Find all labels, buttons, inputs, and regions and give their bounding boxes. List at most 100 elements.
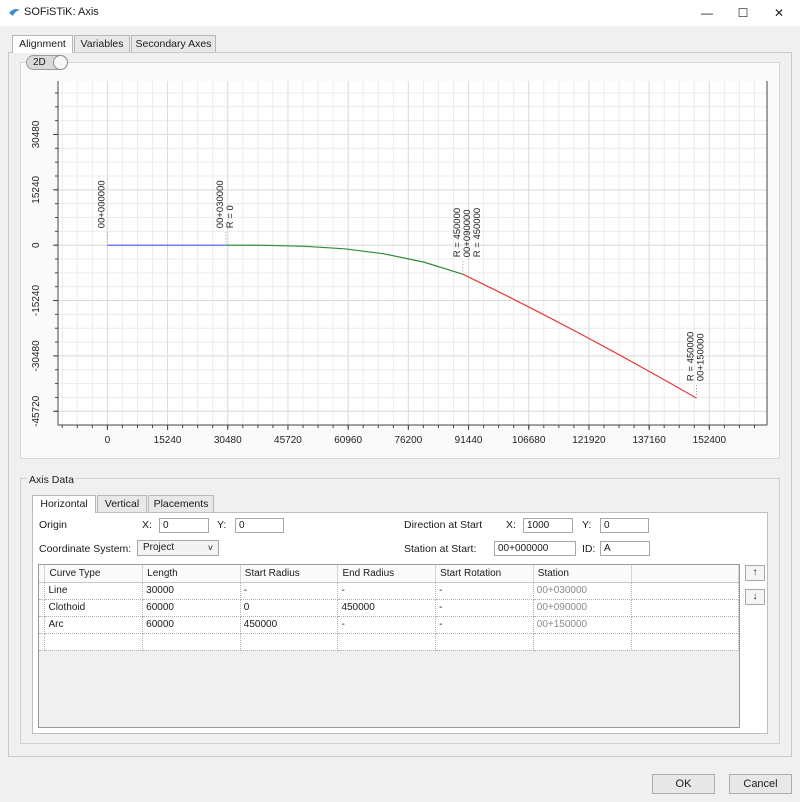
direction-y-field[interactable]: 0 [600,518,649,533]
coordinate-system-label: Coordinate System: [39,543,132,555]
x-tick-label: 30480 [214,435,242,446]
station-label: R = 450000 [472,208,483,257]
alignment-plot[interactable]: 0 15240 30480 45720 60960 76200 91440 106680 121… [20,62,780,459]
table-cell[interactable]: 60000 [142,616,241,634]
x-tick-label: 45720 [274,435,302,446]
y-tick-label: 0 [31,242,42,248]
origin-x-label: X: [142,519,152,531]
x-tick-label: 91440 [455,435,483,446]
tab-variables[interactable]: Variables [74,35,130,52]
cancel-button[interactable]: Cancel [729,774,792,794]
y-tick-label: -45720 [31,395,42,427]
table-cell[interactable]: Arc [44,616,144,634]
table-row-new[interactable] [39,633,740,651]
table-cell[interactable] [240,633,339,651]
move-up-button[interactable]: ↑ [745,565,765,581]
y-tick-label: -15240 [31,285,42,317]
x-tick-label: 76200 [394,435,422,446]
table-cell[interactable] [142,633,241,651]
table-cell[interactable] [337,633,437,651]
table-cell[interactable]: 0 [240,599,339,617]
table-cell[interactable]: 450000 [240,616,339,634]
direction-y-label: Y: [582,519,592,531]
column-header-filler [631,565,740,583]
toggle-label: 2D [33,57,46,68]
y-tick-label: -30480 [31,340,42,372]
table-cell[interactable]: - [435,616,534,634]
plot-area [58,81,767,425]
direction-label: Direction at Start [404,519,483,531]
tab-horizontal[interactable]: Horizontal [32,495,96,513]
column-header[interactable]: Start Radius [240,565,339,583]
x-tick-label: 106680 [512,435,546,446]
close-button[interactable]: ✕ [761,0,797,26]
x-tick-label: 0 [105,435,111,446]
table-cell-filler [631,582,740,600]
table-cell-filler [631,616,740,634]
table-cell-filler [631,599,740,617]
origin-label: Origin [39,519,68,531]
column-header[interactable]: Length [142,565,241,583]
tab-alignment[interactable]: Alignment [12,35,73,53]
column-header[interactable]: End Radius [337,565,437,583]
window-title: SOFiSTiK: Axis [24,6,99,18]
table-cell[interactable]: - [435,599,534,617]
station-label: Station at Start: [404,543,477,555]
table-row[interactable]: Arc 60000 450000 - - 00+150000 [39,616,740,634]
table-cell-filler [631,633,740,651]
alignment-chart: 0 15240 30480 45720 60960 76200 91440 106680 121… [31,81,768,446]
coordinate-system-select[interactable]: Project ˅ [137,540,219,556]
table-cell: 00+150000 [533,616,632,634]
table-row[interactable]: Clothoid 60000 0 450000 - 00+090000 [39,599,740,617]
table-cell[interactable] [533,633,632,651]
table-cell[interactable] [44,633,144,651]
toggle-knob [53,55,68,70]
x-tick-label: 121920 [572,435,606,446]
id-label: ID: [582,543,596,555]
id-field[interactable]: A [600,541,650,556]
station-label: 00+000000 [96,180,107,228]
direction-x-field[interactable]: 1000 [523,518,573,533]
x-tick-label: 137160 [632,435,666,446]
maximize-button[interactable]: ☐ [725,0,761,26]
tab-placements[interactable]: Placements [148,495,214,512]
minimize-button[interactable]: — [689,0,725,26]
view-2d-toggle[interactable]: 2D [26,55,68,70]
table-cell[interactable]: 60000 [142,599,241,617]
tab-vertical[interactable]: Vertical [97,495,147,512]
coordinate-system-value: Project [143,542,175,553]
table-cell[interactable] [435,633,534,651]
station-label: R = 0 [225,205,236,228]
column-header[interactable]: Start Rotation [435,565,534,583]
table-cell[interactable]: - [337,616,437,634]
move-down-button[interactable]: ↓ [745,589,765,605]
tab-secondary-axes[interactable]: Secondary Axes [131,35,216,52]
ok-button[interactable]: OK [652,774,715,794]
table-cell[interactable]: Clothoid [44,599,144,617]
table-cell[interactable]: Line [44,582,144,600]
table-row[interactable]: Line 30000 - - - 00+030000 [39,582,740,600]
column-header[interactable]: Curve Type [44,565,144,583]
station-field[interactable]: 00+000000 [494,541,576,556]
y-tick-label: 15240 [31,175,42,203]
table-cell: 00+090000 [533,599,632,617]
x-tick-label: 60960 [334,435,362,446]
axis-data-label: Axis Data [27,474,76,486]
table-cell[interactable]: 450000 [337,599,437,617]
title-bar: SOFiSTiK: Axis — ☐ ✕ [0,0,800,26]
station-label: 00+150000 [695,333,706,381]
table-cell[interactable]: - [337,582,437,600]
origin-y-label: Y: [217,519,227,531]
x-tick-label: 15240 [154,435,182,446]
column-header[interactable]: Station [533,565,632,583]
table-cell[interactable]: - [240,582,339,600]
origin-x-field[interactable]: 0 [159,518,209,533]
direction-x-label: X: [506,519,516,531]
y-tick-label: 30480 [31,120,42,148]
table-cell[interactable]: - [435,582,534,600]
sofistik-logo-icon [8,7,21,20]
table-cell[interactable]: 30000 [142,582,241,600]
chevron-down-icon: ˅ [207,543,213,553]
curve-table[interactable]: Curve Type Length Start Radius End Radiu… [38,564,740,728]
origin-y-field[interactable]: 0 [235,518,284,533]
